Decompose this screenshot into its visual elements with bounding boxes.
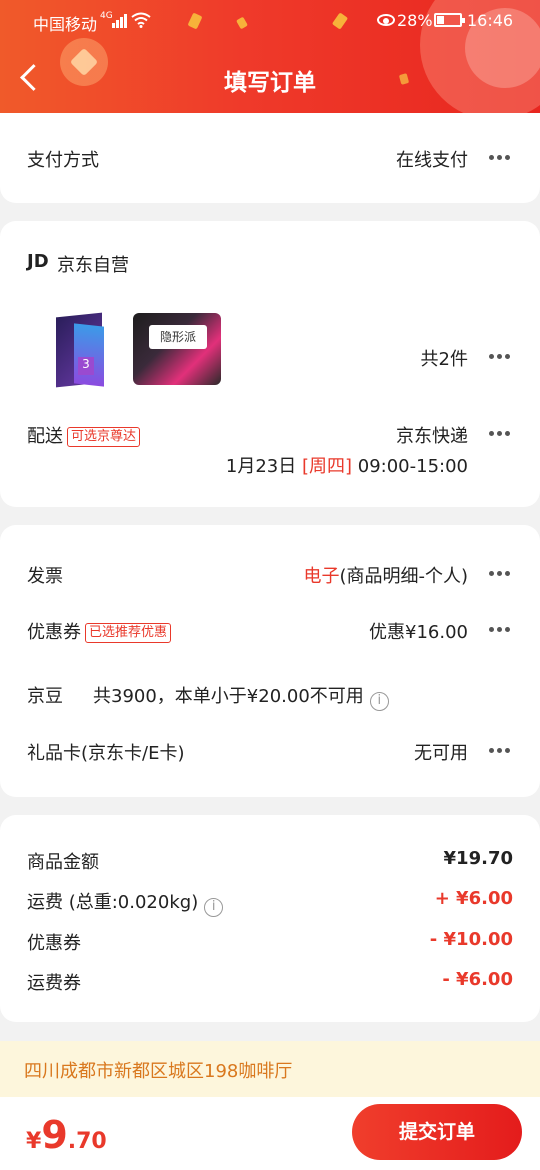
invoice-label: 发票	[27, 566, 63, 587]
delivery-label: 配送 可选京尊达	[27, 422, 141, 448]
delivery-row[interactable]: 配送 可选京尊达 京东快递 1月23日 [周四] 09:00-15:00	[27, 422, 513, 482]
more-icon[interactable]	[487, 627, 513, 633]
shipping-address[interactable]: 四川成都市新都区城区198咖啡厅	[0, 1041, 540, 1097]
goods-amount-value: ¥19.70	[443, 848, 513, 869]
giftcard-value: 无可用	[414, 743, 468, 764]
product-count: 共2件	[420, 349, 468, 370]
coupon-discount-label: 优惠券	[27, 933, 81, 954]
battery-percent: 28%	[397, 11, 433, 30]
jd-logo: JD	[27, 251, 49, 272]
freight-coupon-label: 运费券	[27, 973, 81, 994]
more-icon[interactable]	[487, 155, 513, 161]
freight-row: 运费 (总重:0.020kg) i + ¥6.00	[27, 888, 513, 917]
store-card: JD 京东自营 3 隐形派 共2件 配送 可选京尊达 京东快递 1月23日 [周四…	[0, 221, 540, 507]
delivery-time: 1月23日 [周四] 09:00-15:00	[225, 456, 468, 477]
signal-icon	[112, 14, 128, 28]
jingdou-text: 共3900，本单小于¥20.00不可用 i	[93, 682, 389, 711]
store-name: 京东自营	[57, 255, 129, 276]
goods-amount-row: 商品金额 ¥19.70	[27, 848, 513, 874]
freight-coupon-row: 运费券 - ¥6.00	[27, 969, 513, 995]
invoice-row[interactable]: 发票 电子(商品明细-个人)	[27, 562, 513, 588]
jingdou-label: 京豆	[27, 686, 63, 707]
more-icon[interactable]	[487, 748, 513, 754]
giftcard-label: 礼品卡(京东卡/E卡)	[27, 743, 185, 764]
giftcard-row[interactable]: 礼品卡(京东卡/E卡) 无可用	[27, 739, 513, 765]
payment-row[interactable]: 支付方式 在线支付	[27, 146, 513, 172]
payment-label: 支付方式	[27, 150, 99, 171]
bottom-bar: ¥9.70 提交订单	[0, 1097, 540, 1170]
network-type: 4G	[100, 11, 113, 21]
info-icon[interactable]: i	[204, 898, 224, 917]
freight-value: + ¥6.00	[434, 888, 513, 909]
status-bar: 中国移动 4G 28% 16:46	[0, 0, 540, 40]
jingdou-row: 京豆 共3900，本单小于¥20.00不可用 i	[27, 682, 513, 711]
coupon-discount-value: - ¥10.00	[429, 929, 513, 950]
battery-icon	[434, 13, 465, 27]
carrier-name: 中国移动	[33, 15, 98, 34]
goods-amount-label: 商品金额	[27, 852, 99, 873]
invoice-value: 电子(商品明细-个人)	[303, 566, 468, 587]
more-icon[interactable]	[487, 354, 513, 360]
header: 中国移动 4G 28% 16:46 填写订单	[0, 0, 540, 113]
wifi-icon	[131, 12, 151, 28]
freight-label: 运费 (总重:0.020kg) i	[27, 888, 224, 917]
summary-card: 商品金额 ¥19.70 运费 (总重:0.020kg) i + ¥6.00 优惠券…	[0, 815, 540, 1022]
more-icon[interactable]	[487, 571, 513, 577]
coupon-value: 优惠¥16.00	[369, 622, 468, 643]
info-icon[interactable]: i	[369, 692, 389, 711]
order-total: ¥9.70	[26, 1113, 107, 1157]
coupon-discount-row: 优惠券 - ¥10.00	[27, 929, 513, 955]
page-title: 填写订单	[224, 70, 316, 96]
eye-comfort-icon	[377, 14, 395, 26]
clock: 16:46	[467, 11, 514, 30]
submit-order-button[interactable]: 提交订单	[352, 1104, 522, 1160]
store-header: JD 京东自营	[27, 251, 513, 277]
more-icon[interactable]	[487, 431, 513, 437]
product-count-row[interactable]: 共2件	[27, 345, 513, 371]
payment-value: 在线支付	[396, 150, 468, 171]
recommended-coupon-tag: 已选推荐优惠	[85, 623, 172, 643]
coupon-label: 优惠券 已选推荐优惠	[27, 618, 172, 644]
payment-card: 支付方式 在线支付	[0, 113, 540, 203]
options-card: 发票 电子(商品明细-个人) 优惠券 已选推荐优惠 优惠¥16.00 京豆 共39…	[0, 525, 540, 797]
jingzunda-tag[interactable]: 可选京尊达	[67, 427, 141, 447]
freight-coupon-value: - ¥6.00	[442, 969, 513, 990]
coupon-row[interactable]: 优惠券 已选推荐优惠 优惠¥16.00	[27, 618, 513, 644]
delivery-method: 京东快递	[396, 426, 468, 447]
